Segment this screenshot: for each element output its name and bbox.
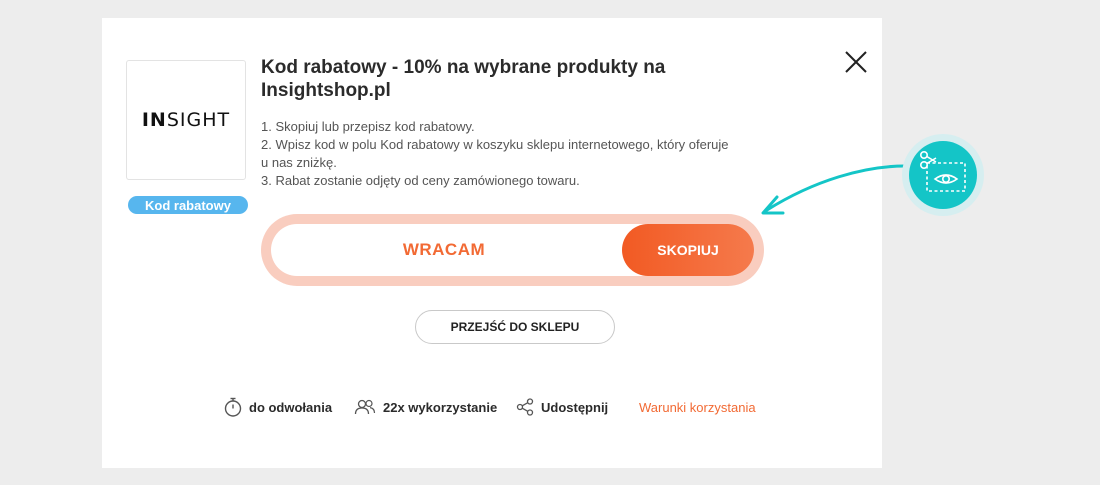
coupon-code-field: WRACAM SKOPIUJ: [271, 224, 754, 276]
instruction-step: 2. Wpisz kod w polu Kod rabatowy w koszy…: [261, 137, 729, 170]
coupon-instructions: 1. Skopiuj lub przepisz kod rabatowy. 2.…: [261, 118, 731, 190]
close-button[interactable]: [844, 50, 868, 74]
instruction-step: 1. Skopiuj lub przepisz kod rabatowy.: [261, 119, 475, 134]
share-button[interactable]: Udostępnij: [516, 396, 608, 418]
users-icon: [354, 399, 376, 415]
close-icon: [845, 51, 867, 73]
coupon-modal: INSIGHT Kod rabatowy Kod rabatowy - 10% …: [102, 18, 882, 468]
share-text: Udostępnij: [541, 399, 609, 415]
copy-code-button[interactable]: SKOPIUJ: [622, 224, 754, 276]
coupon-title: Kod rabatowy - 10% na wybrane produkty n…: [261, 57, 666, 101]
curved-arrow-icon: [761, 164, 907, 215]
shop-logo-text: INSIGHT: [141, 109, 231, 131]
scissors-coupon-icon: [920, 151, 966, 192]
coupon-code-box: WRACAM SKOPIUJ: [261, 214, 764, 286]
shop-logo: INSIGHT: [126, 60, 246, 180]
validity-text: do odwołania: [249, 399, 333, 415]
validity-info: do odwołania: [224, 396, 332, 418]
stopwatch-icon: [224, 397, 242, 417]
terms-link[interactable]: Warunki korzystania: [639, 396, 756, 418]
share-icon: [516, 398, 534, 416]
coupon-type-badge: Kod rabatowy: [128, 196, 248, 214]
instruction-step: 3. Rabat zostanie odjęty od ceny zamówio…: [261, 173, 580, 188]
promo-badge-inner: [909, 141, 977, 209]
usage-text: 22x wykorzystanie: [383, 399, 498, 415]
usage-info: 22x wykorzystanie: [354, 396, 497, 418]
go-to-shop-button[interactable]: PRZEJŚĆ DO SKLEPU: [415, 310, 615, 344]
promo-badge: [902, 134, 984, 216]
coupon-code-value[interactable]: WRACAM: [271, 224, 617, 276]
